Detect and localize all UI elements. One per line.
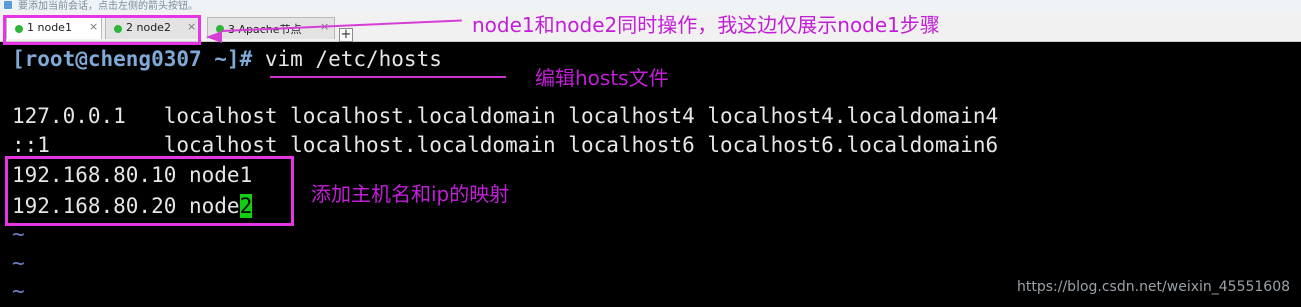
shell-command: vim /etc/hosts [252,47,442,71]
prompt-line: [root@cheng0307 ~]# vim /etc/hosts [12,47,442,71]
ip-annotation: 添加主机名和ip的映射 [311,182,510,206]
vim-annotation: 编辑hosts文件 [535,66,669,90]
info-icon [4,1,12,9]
empty-line-marker: ~ [12,251,25,275]
watermark: https://blog.csdn.net/weixin_45551608 [1017,279,1291,295]
command-underline [270,76,506,78]
arrow-left-icon [206,31,222,43]
hint-text: 要添加当前会话，点击左侧的箭头按钮。 [18,1,198,11]
hosts-line: 127.0.0.1 localhost localhost.localdomai… [12,104,999,128]
empty-line-marker: ~ [12,279,25,303]
ip-mapping-highlight-box [5,156,294,226]
new-tab-button[interactable]: + [339,28,353,42]
hosts-line: ::1 localhost localhost.localdomain loca… [12,133,999,157]
tab-annotation: node1和node2同时操作，我这边仅展示node1步骤 [472,13,940,37]
tab-highlight-box [3,15,201,45]
shell-prompt: [root@cheng0307 ~]# [12,47,253,71]
